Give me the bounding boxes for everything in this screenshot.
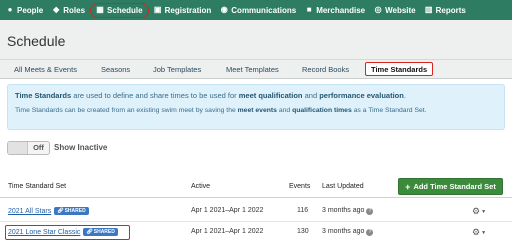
info-text: and (302, 91, 320, 100)
roles-icon: ◆ (53, 5, 60, 14)
nav-merchandise[interactable]: ■ Merchandise (301, 2, 369, 18)
last-updated-text: 3 months ago (322, 207, 365, 214)
tab-all-meets-events[interactable]: All Meets & Events (14, 63, 77, 77)
shared-badge: 🔗︎SHARED (54, 207, 89, 215)
nav-roles[interactable]: ◆ Roles (48, 2, 89, 18)
nav-communications[interactable]: ◉ Communications (216, 2, 300, 18)
nav-website[interactable]: ◎ Website (370, 2, 420, 18)
plus-icon: + (405, 181, 411, 192)
info-line-1: Time Standards are used to define and sh… (15, 90, 497, 101)
chevron-down-icon: ▼ (481, 229, 487, 236)
calendar-icon: ▦ (96, 5, 104, 14)
nav-website-label: Website (385, 5, 416, 15)
active-range: Apr 1 2021–Apr 1 2022 (191, 228, 264, 235)
globe-icon: ◎ (374, 5, 382, 14)
row-actions-menu[interactable]: ⚙ ▼ (472, 206, 486, 217)
shared-badge-label: SHARED (64, 208, 86, 214)
page-header (0, 20, 512, 60)
tab-record-books[interactable]: Record Books (302, 63, 349, 77)
nav-registration-label: Registration (164, 5, 212, 15)
gear-icon: ⚙ (472, 227, 481, 237)
last-updated: 3 months ago? (322, 207, 374, 215)
column-header-updated: Last Updated (322, 183, 364, 190)
info-term-meet-qualification: meet qualification (238, 91, 303, 100)
last-updated: 3 months ago? (322, 228, 374, 236)
active-range: Apr 1 2021–Apr 1 2022 (191, 207, 264, 214)
tab-seasons[interactable]: Seasons (101, 63, 130, 77)
tab-job-templates[interactable]: Job Templates (153, 63, 201, 77)
page-title: Schedule (7, 33, 66, 49)
chevron-down-icon: ▼ (481, 208, 487, 215)
set-name-link[interactable]: 2021 All Stars (8, 208, 51, 215)
info-term-qualification-times: qualification times (292, 107, 352, 114)
nav-reports-label: Reports (435, 5, 466, 15)
help-icon[interactable]: ? (366, 208, 374, 215)
add-button-label: Add Time Standard Set (413, 182, 496, 191)
show-inactive-label: Show Inactive (54, 143, 108, 152)
info-line-2: Time Standards can be created from an ex… (15, 105, 497, 116)
nav-people[interactable]: ● People (2, 2, 47, 18)
info-term-meet-events: meet events (237, 107, 277, 114)
merchandise-icon: ■ (306, 5, 312, 14)
link-icon: 🔗︎ (57, 208, 64, 214)
help-icon[interactable]: ? (366, 229, 374, 236)
info-text: . (403, 91, 406, 100)
top-nav: ● People ◆ Roles ▦ Schedule ▣ Registrati… (0, 0, 512, 20)
nav-communications-label: Communications (231, 5, 297, 15)
add-time-standard-set-button[interactable]: + Add Time Standard Set (398, 178, 503, 195)
info-text: are used to define and share times to be… (71, 91, 239, 100)
toggle-knob (8, 142, 28, 154)
person-icon: ● (7, 5, 13, 14)
info-text: as a Time Standard Set. (351, 107, 427, 114)
table-row: 2021 All Stars 🔗︎SHARED Apr 1 2021–Apr 1 … (0, 201, 512, 222)
info-text: Time Standards can be created from an ex… (15, 107, 238, 114)
column-header-set: Time Standard Set (8, 183, 67, 190)
row-actions-menu[interactable]: ⚙ ▼ (472, 227, 486, 238)
reports-icon: ▥ (424, 5, 433, 14)
column-header-events: Events (289, 183, 311, 190)
gear-icon: ⚙ (472, 206, 481, 216)
nav-schedule[interactable]: ▦ Schedule (90, 2, 149, 18)
events-count: 130 (297, 228, 309, 235)
registration-icon: ▣ (153, 5, 162, 14)
nav-schedule-label: Schedule (107, 5, 143, 15)
communications-icon: ◉ (220, 5, 228, 14)
show-inactive-toggle[interactable]: Off (7, 141, 50, 155)
nav-roles-label: Roles (63, 5, 86, 15)
column-header-active: Active (191, 183, 211, 190)
tab-time-standards[interactable]: Time Standards (365, 62, 434, 76)
info-term-time-standards: Time Standards (15, 91, 72, 100)
info-term-performance-evaluation: performance evaluation (319, 91, 404, 100)
nav-people-label: People (17, 5, 44, 15)
tab-bar: All Meets & Events Seasons Job Templates… (0, 60, 512, 79)
tab-meet-templates[interactable]: Meet Templates (226, 63, 279, 77)
info-text: and (276, 107, 293, 114)
last-updated-text: 3 months ago (322, 228, 365, 235)
info-box: Time Standards are used to define and sh… (7, 84, 505, 130)
toggle-state: Off (33, 143, 44, 152)
nav-merchandise-label: Merchandise (316, 5, 366, 15)
set-name-cell: 2021 All Stars 🔗︎SHARED (8, 207, 89, 215)
nav-reports[interactable]: ▥ Reports (421, 2, 470, 18)
events-count: 116 (297, 207, 309, 214)
nav-registration[interactable]: ▣ Registration (150, 2, 216, 18)
highlight-box (5, 225, 130, 240)
